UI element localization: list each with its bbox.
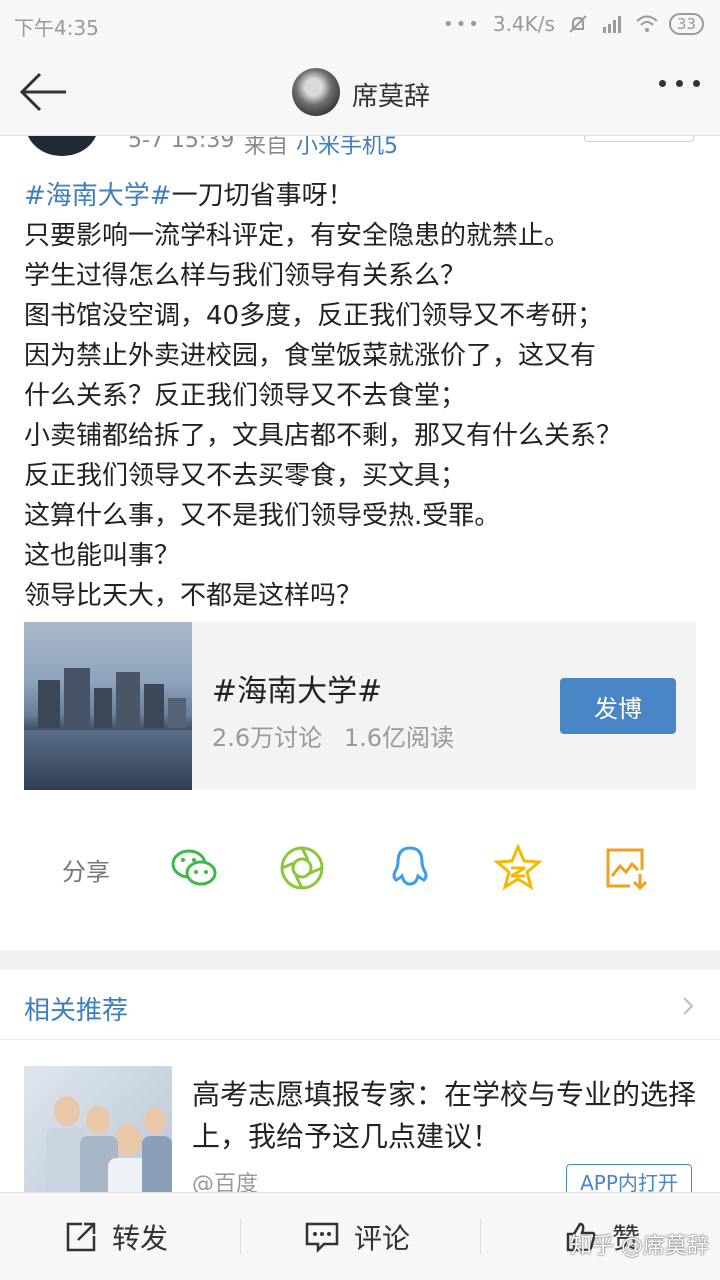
share-row: 分享	[0, 820, 720, 920]
section-divider	[0, 950, 720, 970]
save-image-icon[interactable]	[602, 844, 650, 892]
wifi-icon	[635, 14, 658, 34]
bar-separator	[240, 1219, 241, 1255]
recommend-headline[interactable]: 高考志愿填报专家：在学校与专业的选择上，我给予这几点建议！	[192, 1074, 702, 1158]
post-line: 什么关系？反正我们领导又不去食堂；	[24, 381, 467, 411]
topic-stats: 2.6万讨论 1.6亿阅读	[212, 718, 454, 753]
more-options-icon[interactable]	[659, 80, 700, 87]
navigation-bar: 席莫辞	[0, 50, 720, 136]
repost-icon	[66, 1222, 96, 1252]
recommend-title: 相关推荐	[24, 996, 129, 1026]
comment-icon	[305, 1222, 339, 1254]
post-line: 这也能叫事？	[24, 541, 181, 571]
post-line: 图书馆没空调，40多度，反正我们领导又不考研；	[24, 301, 604, 331]
author-avatar[interactable]	[26, 136, 98, 156]
topic-thumbnail	[24, 622, 192, 790]
user-avatar[interactable]	[292, 68, 340, 116]
post-line: 只要影响一流学科评定，有安全隐患的就禁止。	[24, 221, 571, 251]
post-from-label: 来自	[244, 136, 289, 158]
recommend-source: @百度	[192, 1172, 259, 1192]
post-weibo-button[interactable]: 发博	[560, 678, 676, 734]
post-line: 领导比天大，不都是这样吗？	[24, 581, 363, 611]
page-title[interactable]: 席莫辞	[352, 76, 430, 113]
post-date: 5-7 15:39	[128, 136, 235, 153]
post-body: #海南大学#一刀切省事呀！ 只要影响一流学科评定，有安全隐患的就禁止。 学生过得…	[24, 176, 700, 616]
notification-dots-icon: •••	[442, 13, 481, 35]
signal-icon	[601, 14, 623, 34]
qq-icon[interactable]	[386, 844, 434, 892]
post-line: 小卖铺都给拆了，文具店都不剩，那又有什么关系？	[24, 421, 623, 451]
moments-icon[interactable]	[278, 844, 326, 892]
post-meta: 5-7 15:39 来自 小米手机5	[0, 136, 720, 158]
battery-indicator: 33	[668, 13, 704, 35]
post-line: 这算什么事，又不是我们领导受热.受罪。	[24, 501, 501, 531]
topic-reads: 1.6亿阅读	[343, 724, 454, 752]
topic-discussions: 2.6万讨论	[212, 724, 323, 752]
share-label: 分享	[62, 858, 110, 886]
topic-title[interactable]: #海南大学#	[212, 666, 382, 710]
recommend-header[interactable]: 相关推荐	[0, 970, 720, 1040]
post-line: 反正我们领导又不去买零食，买文具；	[24, 461, 467, 491]
open-in-app-button[interactable]: APP内打开	[566, 1164, 692, 1192]
post-line: 学生过得怎么样与我们领导有关系么？	[24, 261, 467, 291]
mute-bell-icon	[567, 14, 589, 34]
recommend-thumbnail	[24, 1066, 172, 1192]
comment-button[interactable]: 评论	[304, 1193, 410, 1280]
watermark: 知乎 @席莫辞	[570, 1234, 709, 1259]
wechat-icon[interactable]	[170, 844, 218, 892]
post-text-segment: 一刀切省事呀！	[171, 181, 354, 211]
chevron-right-icon[interactable]	[678, 994, 698, 1018]
topic-card[interactable]: #海南大学# 2.6万讨论 1.6亿阅读 发博	[24, 622, 696, 790]
status-time: 下午4:35	[14, 16, 99, 40]
recommend-item[interactable]: 高考志愿填报专家：在学校与专业的选择上，我给予这几点建议！ @百度 APP内打开	[0, 1066, 720, 1192]
repost-button[interactable]: 转发	[64, 1193, 168, 1280]
bar-separator	[480, 1219, 481, 1255]
post-line: 因为禁止外卖进校园，食堂饭菜就涨价了，这又有	[24, 341, 597, 371]
repost-label: 转发	[112, 1222, 169, 1255]
status-bar: 下午4:35 ••• 3.4K/s 33	[0, 0, 720, 50]
follow-button[interactable]	[584, 136, 694, 142]
hashtag-link[interactable]: #海南大学#	[24, 181, 172, 211]
back-arrow-icon[interactable]	[18, 70, 70, 114]
qzone-icon[interactable]	[493, 843, 543, 892]
status-right: ••• 3.4K/s 33	[443, 12, 704, 36]
comment-label: 评论	[354, 1222, 411, 1255]
network-speed: 3.4K/s	[492, 12, 555, 36]
post-device-link[interactable]: 小米手机5	[296, 136, 398, 158]
post-line: #海南大学#一刀切省事呀！	[24, 176, 700, 216]
